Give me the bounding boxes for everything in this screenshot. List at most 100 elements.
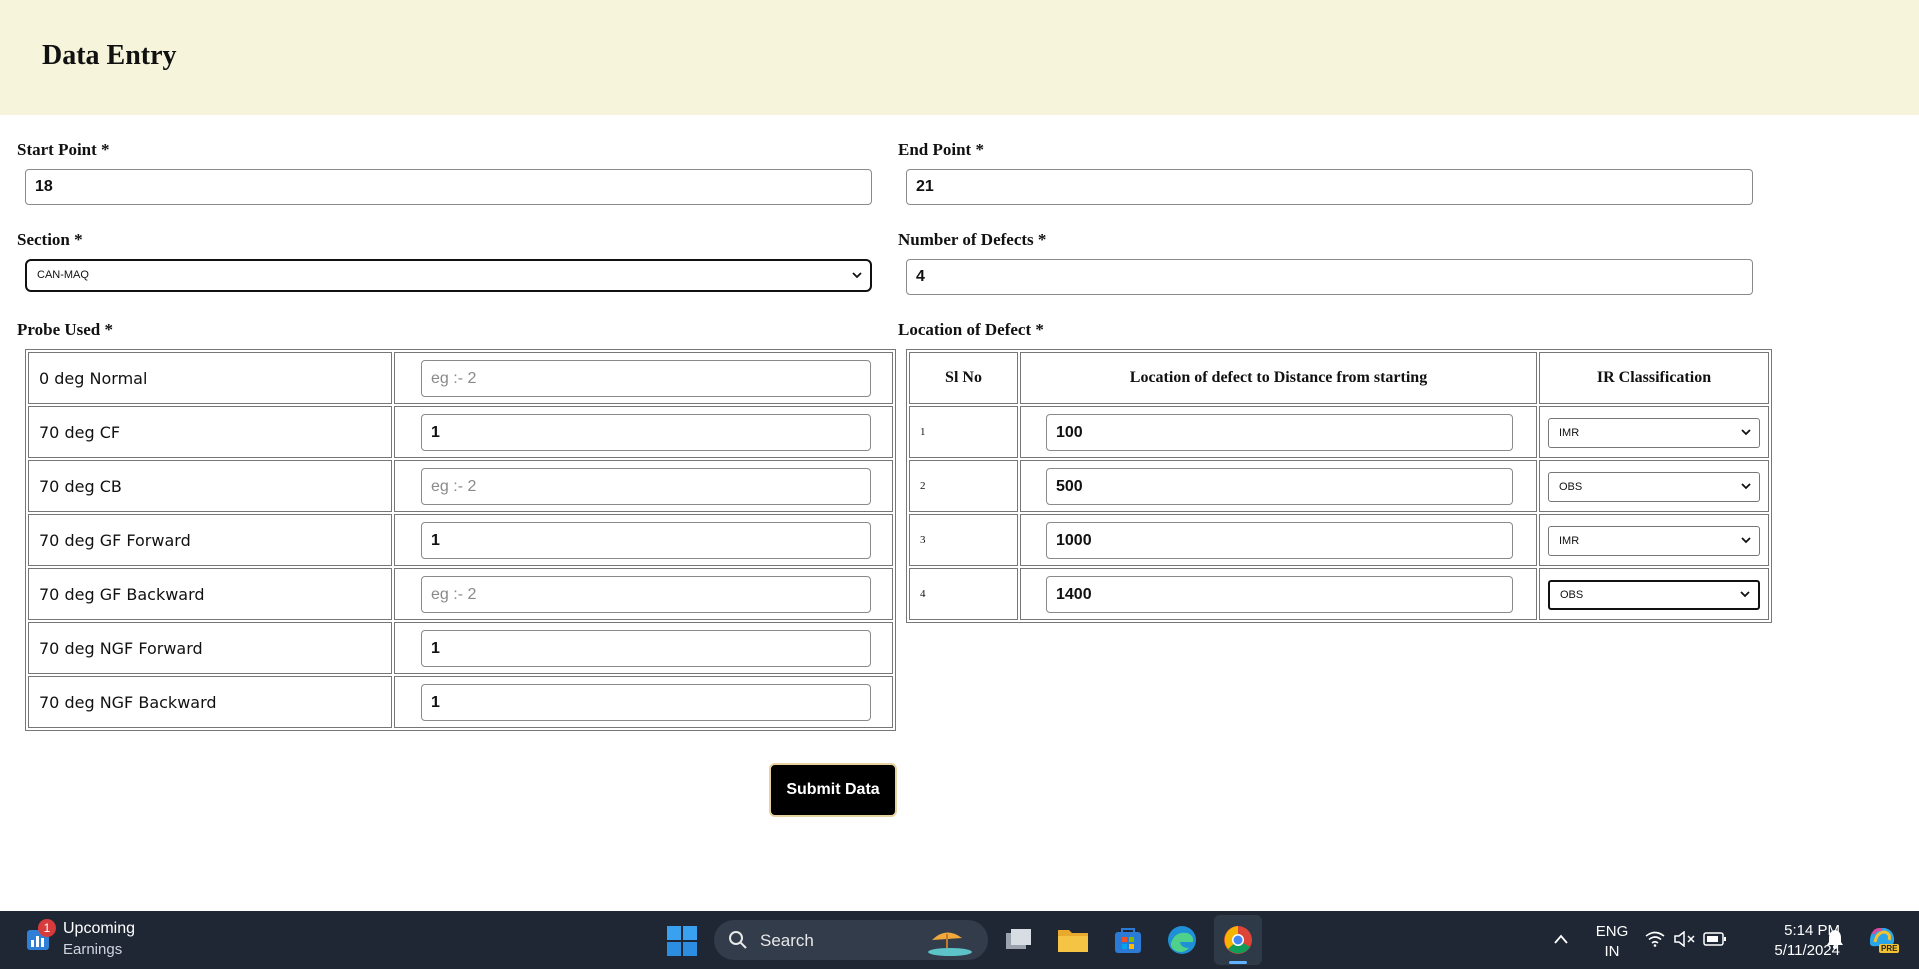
chrome-icon (1224, 926, 1252, 954)
number-of-defects-label: Number of Defects * (898, 230, 1047, 249)
number-of-defects-input[interactable]: 4 (906, 259, 1753, 295)
start-point-input[interactable]: 18 (25, 169, 872, 205)
ir-classification-value: IMR (1559, 535, 1580, 547)
probe-row: 70 deg NGF Backward 1 (28, 676, 893, 728)
probe-value-cell: 1 (394, 676, 893, 728)
sl-no-header: Sl No (909, 352, 1018, 404)
chevron-down-icon (1740, 591, 1750, 598)
probe-name: 70 deg GF Backward (28, 568, 392, 620)
beach-umbrella-icon (928, 932, 972, 956)
probe-count-input[interactable]: eg :- 2 (421, 468, 871, 505)
location-cell: 1400 (1020, 568, 1537, 620)
sl-no-cell: 2 (909, 460, 1018, 512)
probe-count-input[interactable]: eg :- 2 (421, 360, 871, 397)
probe-name: 0 deg Normal (28, 352, 392, 404)
ir-cell: OBS (1539, 568, 1769, 620)
probe-row: 70 deg CB eg :- 2 (28, 460, 893, 512)
probe-count-input[interactable]: 1 (421, 630, 871, 667)
probe-value-cell: 1 (394, 514, 893, 566)
chevron-down-icon (1741, 537, 1751, 544)
location-distance-input[interactable]: 500 (1046, 468, 1513, 505)
clock-time[interactable]: 5:14 PM (1740, 922, 1840, 939)
probe-row: 70 deg GF Backward eg :- 2 (28, 568, 893, 620)
file-explorer-icon[interactable] (1057, 926, 1089, 959)
sl-no-cell: 1 (909, 406, 1018, 458)
copilot-icon[interactable]: PRE (1867, 924, 1901, 956)
task-view-icon[interactable] (1004, 927, 1034, 953)
submit-data-button[interactable]: Submit Data (769, 763, 897, 817)
ir-classification-value: IMR (1559, 427, 1580, 439)
speaker-muted-icon[interactable] (1674, 931, 1696, 947)
probe-name: 70 deg GF Forward (28, 514, 392, 566)
location-row: 3 1000 IMR (909, 514, 1769, 566)
active-app-indicator (1229, 961, 1247, 964)
page-title: Data Entry (42, 40, 177, 71)
probe-row: 0 deg Normal eg :- 2 (28, 352, 893, 404)
sl-no-cell: 3 (909, 514, 1018, 566)
location-table: Sl No Location of defect to Distance fro… (906, 349, 1772, 623)
wifi-icon[interactable] (1645, 931, 1665, 947)
widget-badge: 1 (38, 919, 56, 937)
ir-cell: IMR (1539, 514, 1769, 566)
taskbar: 1 Upcoming Earnings Search ENG IN 5:14 P… (0, 911, 1919, 969)
location-row: 1 100 IMR (909, 406, 1769, 458)
end-point-label: End Point * (898, 140, 984, 159)
notification-bell-icon[interactable] (1826, 929, 1844, 949)
probe-name: 70 deg NGF Forward (28, 622, 392, 674)
section-label: Section * (17, 230, 83, 249)
end-point-input[interactable]: 21 (906, 169, 1753, 205)
ir-classification-select[interactable]: IMR (1548, 418, 1760, 448)
search-icon (729, 931, 747, 949)
ir-classification-value: OBS (1560, 589, 1584, 601)
start-point-label: Start Point * (17, 140, 110, 159)
location-distance-input[interactable]: 1000 (1046, 522, 1513, 559)
ir-cell: IMR (1539, 406, 1769, 458)
taskbar-search-box[interactable]: Search (714, 920, 988, 960)
ir-classification-header: IR Classification (1539, 352, 1769, 404)
ir-classification-select[interactable]: IMR (1548, 526, 1760, 556)
ir-classification-select[interactable]: OBS (1548, 580, 1760, 610)
probe-value-cell: eg :- 2 (394, 568, 893, 620)
ir-classification-select[interactable]: OBS (1548, 472, 1760, 502)
ir-classification-value: OBS (1559, 481, 1583, 493)
clock-date: 5/11/2024 (1774, 942, 1840, 959)
start-button-icon[interactable] (667, 926, 697, 961)
location-cell: 100 (1020, 406, 1537, 458)
probe-value-cell: eg :- 2 (394, 460, 893, 512)
language-line2: IN (1604, 943, 1620, 960)
edge-browser-icon[interactable] (1167, 925, 1197, 960)
probe-value-cell: 1 (394, 622, 893, 674)
microsoft-store-icon[interactable] (1113, 925, 1143, 960)
location-cell: 1000 (1020, 514, 1537, 566)
probe-count-input[interactable]: 1 (421, 684, 871, 721)
ir-cell: OBS (1539, 460, 1769, 512)
section-select[interactable]: CAN-MAQ (25, 259, 872, 292)
probe-value-cell: eg :- 2 (394, 352, 893, 404)
search-label: Search (760, 931, 814, 950)
location-distance-input[interactable]: 100 (1046, 414, 1513, 451)
section-select-value: CAN-MAQ (37, 269, 89, 281)
chevron-up-icon[interactable] (1553, 933, 1569, 945)
probe-row: 70 deg CF 1 (28, 406, 893, 458)
probe-row: 70 deg NGF Forward 1 (28, 622, 893, 674)
probe-count-input[interactable]: eg :- 2 (421, 576, 871, 613)
widget-title[interactable]: Upcoming (63, 920, 135, 938)
location-of-defect-label: Location of Defect * (898, 320, 1044, 339)
chevron-down-icon (1741, 483, 1751, 490)
chrome-taskbar-button[interactable] (1214, 915, 1262, 965)
probe-count-input[interactable]: 1 (421, 414, 871, 451)
probe-table: 0 deg Normal eg :- 2 70 deg CF 1 70 deg CB eg… (25, 349, 896, 731)
probe-count-input[interactable]: 1 (421, 522, 871, 559)
location-row: 4 1400 OBS (909, 568, 1769, 620)
probe-used-label: Probe Used * (17, 320, 114, 339)
probe-name: 70 deg CB (28, 460, 392, 512)
chevron-down-icon (852, 271, 862, 278)
probe-name: 70 deg NGF Backward (28, 676, 392, 728)
language-line1[interactable]: ENG (1594, 923, 1630, 940)
copilot-badge: PRE (1879, 944, 1900, 953)
location-distance-input[interactable]: 1400 (1046, 576, 1513, 613)
battery-icon[interactable] (1703, 932, 1727, 946)
widget-subtitle: Earnings (63, 941, 123, 958)
location-header: Location of defect to Distance from star… (1020, 352, 1537, 404)
sl-no-cell: 4 (909, 568, 1018, 620)
